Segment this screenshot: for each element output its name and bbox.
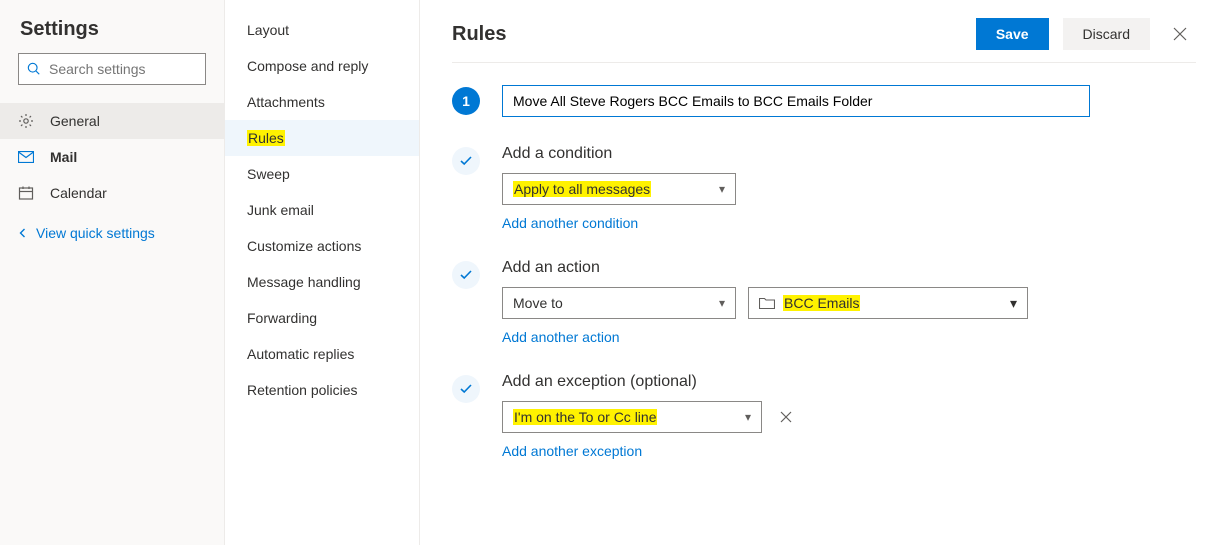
discard-button[interactable]: Discard (1063, 18, 1150, 50)
chevron-down-icon: ▾ (745, 410, 751, 424)
subnav-junk-email[interactable]: Junk email (225, 192, 419, 228)
mail-icon (18, 149, 34, 165)
remove-exception-button[interactable] (774, 405, 798, 429)
nav-item-mail[interactable]: Mail (0, 139, 224, 175)
condition-label: Add a condition (502, 145, 736, 163)
subnav-retention-policies[interactable]: Retention policies (225, 372, 419, 408)
nav-label-mail: Mail (50, 149, 77, 165)
folder-select[interactable]: BCC Emails ▾ (748, 287, 1028, 319)
nav-item-calendar[interactable]: Calendar (0, 175, 224, 211)
action-section: Add an action Move to ▾ BCC Emails ▾ Add… (452, 259, 1196, 345)
check-icon (460, 384, 472, 394)
search-box[interactable] (18, 53, 206, 85)
rule-name-row: 1 (452, 85, 1196, 117)
chevron-down-icon: ▾ (719, 296, 725, 310)
chevron-down-icon: ▾ (719, 182, 725, 196)
step-badge-1: 1 (452, 87, 480, 115)
main-header: Rules Save Discard (452, 18, 1196, 63)
check-icon (460, 156, 472, 166)
subnav-layout[interactable]: Layout (225, 12, 419, 48)
subnav-rules[interactable]: Rules (225, 120, 419, 156)
search-icon (27, 62, 41, 76)
add-action-link[interactable]: Add another action (502, 329, 620, 345)
settings-title: Settings (0, 18, 224, 53)
folder-value: BCC Emails (783, 295, 860, 311)
save-button[interactable]: Save (976, 18, 1049, 50)
exception-label: Add an exception (optional) (502, 373, 798, 391)
subnav-sweep[interactable]: Sweep (225, 156, 419, 192)
close-button[interactable] (1164, 18, 1196, 50)
subnav-message-handling[interactable]: Message handling (225, 264, 419, 300)
action-value: Move to (513, 295, 563, 311)
exception-section: Add an exception (optional) I'm on the T… (452, 373, 1196, 459)
nav-label-general: General (50, 113, 100, 129)
exception-complete-badge (452, 375, 480, 403)
quick-settings-label: View quick settings (36, 225, 155, 241)
add-condition-link[interactable]: Add another condition (502, 215, 638, 231)
action-complete-badge (452, 261, 480, 289)
action-label: Add an action (502, 259, 1028, 277)
gear-icon (18, 113, 34, 129)
condition-select[interactable]: Apply to all messages ▾ (502, 173, 736, 205)
calendar-icon (18, 185, 34, 201)
subnav-customize-actions[interactable]: Customize actions (225, 228, 419, 264)
subnav-compose-reply[interactable]: Compose and reply (225, 48, 419, 84)
close-icon (780, 411, 792, 423)
action-select[interactable]: Move to ▾ (502, 287, 736, 319)
subnav-forwarding[interactable]: Forwarding (225, 300, 419, 336)
chevron-left-icon (18, 228, 28, 238)
check-icon (460, 270, 472, 280)
add-exception-link[interactable]: Add another exception (502, 443, 642, 459)
exception-value: I'm on the To or Cc line (513, 409, 657, 425)
condition-section: Add a condition Apply to all messages ▾ … (452, 145, 1196, 231)
folder-icon (759, 297, 775, 309)
close-icon (1173, 27, 1187, 41)
view-quick-settings-link[interactable]: View quick settings (0, 211, 224, 255)
condition-value: Apply to all messages (513, 181, 651, 197)
rules-editor-pane: Rules Save Discard 1 Add a condition App… (420, 0, 1212, 545)
mail-subnav: Layout Compose and reply Attachments Rul… (225, 0, 420, 545)
rule-name-input[interactable] (502, 85, 1090, 117)
condition-complete-badge (452, 147, 480, 175)
search-input[interactable] (47, 60, 197, 78)
settings-sidebar: Settings General Mail Calendar View quic… (0, 0, 225, 545)
subnav-attachments[interactable]: Attachments (225, 84, 419, 120)
subnav-automatic-replies[interactable]: Automatic replies (225, 336, 419, 372)
page-title: Rules (452, 23, 506, 46)
chevron-down-icon: ▾ (1010, 295, 1017, 312)
nav-item-general[interactable]: General (0, 103, 224, 139)
exception-select[interactable]: I'm on the To or Cc line ▾ (502, 401, 762, 433)
nav-label-calendar: Calendar (50, 185, 107, 201)
